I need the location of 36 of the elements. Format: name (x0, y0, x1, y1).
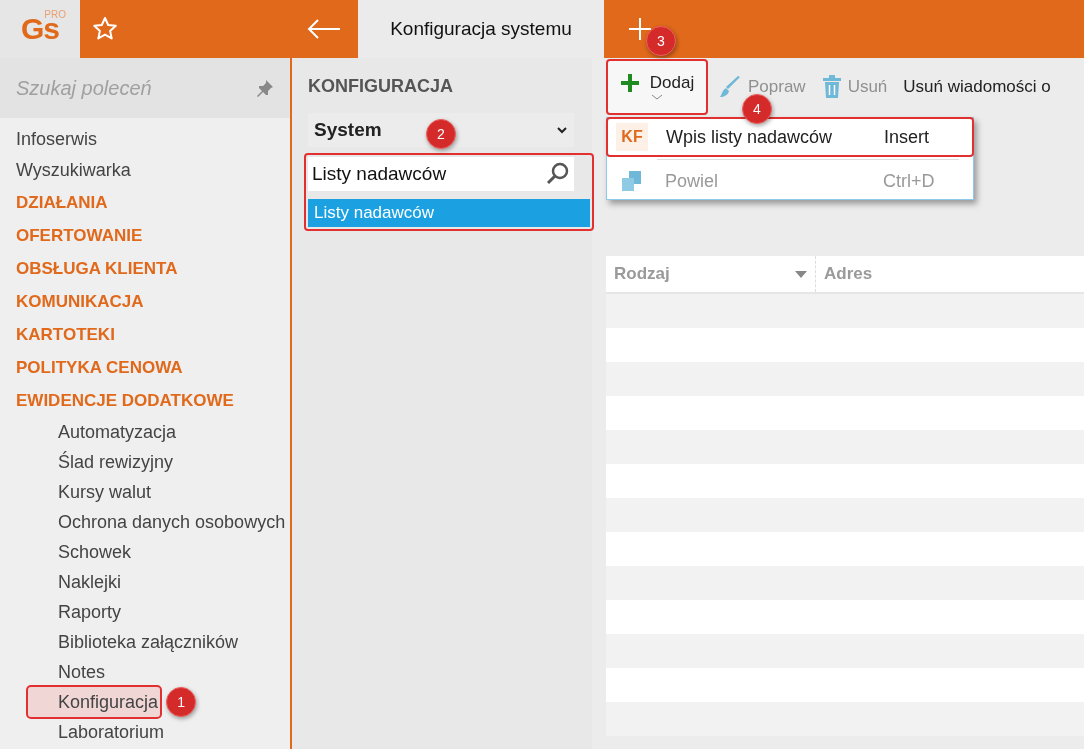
sidebar-item[interactable]: Raporty (28, 597, 124, 627)
toolbar-button[interactable]: Usuń wiadomości o (897, 59, 1057, 115)
sidebar-item[interactable]: Kursy walut (28, 477, 154, 507)
form-icon: KF (616, 123, 648, 151)
sidebar-item[interactable]: Infoserwis (0, 124, 290, 155)
sidebar-item[interactable]: Notes (28, 657, 108, 687)
sidebar-item[interactable]: Laboratorium (28, 717, 167, 747)
menu-item[interactable]: KF Wpis listy nadawców Insert (606, 117, 974, 157)
callout-badge: 1 (166, 687, 197, 717)
pin-icon[interactable] (256, 79, 274, 97)
plus-icon[interactable] (628, 17, 652, 41)
sidebar-item[interactable]: Ochrona danych osobowych (28, 507, 288, 537)
callout-badge: 4 (742, 94, 772, 124)
sidebar-item[interactable]: Automatyzacja (28, 417, 179, 447)
plus-icon (619, 73, 640, 93)
sidebar-item[interactable]: Wyszukiwarka (0, 155, 290, 186)
sidebar-item[interactable]: Ślad rewizyjny (28, 447, 176, 477)
sidebar-item[interactable]: Schowek (28, 537, 134, 567)
filter-field[interactable]: Listy nadawców (308, 157, 574, 191)
sort-caret-icon[interactable] (795, 270, 807, 278)
search-bar[interactable]: Szukaj poleceń (0, 58, 290, 118)
trash-icon (821, 75, 842, 99)
brush-icon (718, 75, 742, 99)
caret-icon (651, 93, 663, 101)
back-arrow-icon[interactable] (306, 18, 342, 40)
search-field[interactable]: Szukaj poleceń (16, 76, 236, 100)
panel-title: KONFIGURACJA (308, 76, 454, 97)
sidebar-item[interactable]: Biblioteka załączników (28, 627, 241, 657)
star-icon[interactable] (92, 16, 118, 42)
tab[interactable]: Konfiguracja systemu (358, 0, 604, 58)
logo-edition: PRO (44, 9, 66, 20)
chevron-icon (556, 126, 568, 134)
search-icon (546, 162, 570, 186)
sidebar-item[interactable]: Naklejki (28, 567, 124, 597)
callout-badge: 3 (646, 26, 676, 56)
add-button[interactable]: Dodaj (606, 59, 708, 115)
